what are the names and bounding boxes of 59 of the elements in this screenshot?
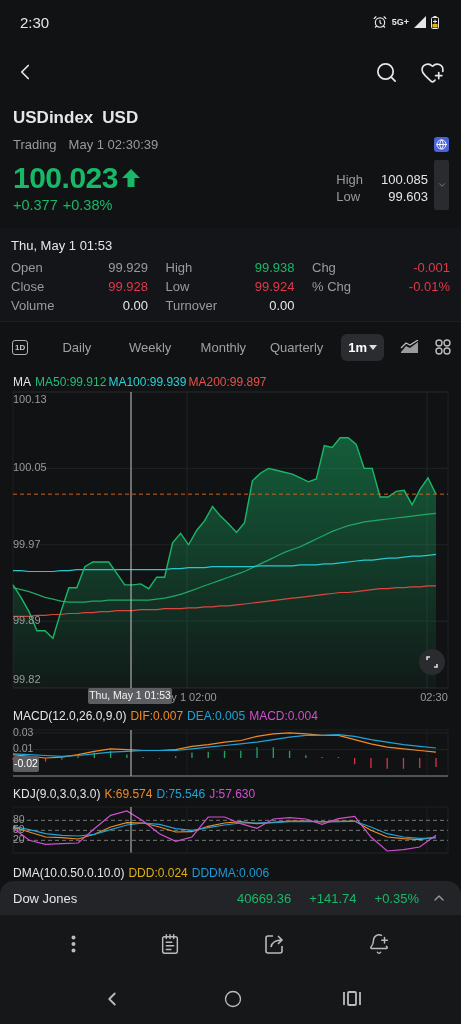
stat-label: Chg	[312, 260, 336, 275]
ticker-change: +141.74	[309, 890, 357, 906]
indicator-title: KDJ(9.0,3.0,3.0)	[13, 787, 101, 801]
last-price: 100.023	[13, 160, 118, 196]
stat-label: Close	[11, 279, 45, 294]
price-change: +0.377	[13, 197, 58, 213]
indicator-value: DEA:0.005	[187, 709, 246, 723]
range-label: High	[336, 171, 363, 187]
axis-label: 0.01	[13, 742, 34, 755]
ma-title: MA	[13, 375, 31, 389]
indicator-title: MACD(12.0,26.0,9.0)	[13, 709, 127, 723]
indicator-value: MACD:0.004	[249, 709, 318, 723]
stat-value: 99.929	[108, 260, 148, 275]
percent-change: +0.38%	[62, 197, 113, 213]
axis-label: 99.97	[13, 537, 41, 550]
stat-label: Open	[11, 260, 43, 275]
axis-label: 0.03	[13, 728, 34, 738]
currency: USD	[102, 108, 139, 128]
value-tag: -0.02	[13, 756, 39, 772]
crosshair-tooltip: Thu, May 1 01:53	[88, 688, 172, 704]
quote-time: May 1 02:30:39	[68, 137, 159, 152]
stat-value: -0.001	[413, 260, 450, 275]
stat-label: % Chg	[312, 279, 352, 294]
stat-label: Volume	[11, 298, 55, 313]
stat-label: Low	[165, 279, 190, 294]
indicator-value: J:57.630	[209, 787, 256, 801]
ma-value: MA100:99.939	[108, 375, 187, 389]
range-value: 99.603	[387, 188, 428, 204]
stat-label: High	[165, 260, 193, 275]
stat-value: 99.938	[254, 260, 295, 275]
snapshot-date: Thu, May 1 01:53	[10, 238, 113, 253]
stat-label: Turnover	[165, 298, 218, 313]
axis-label: 99.82	[13, 672, 41, 685]
indicator-value: K:69.574	[104, 787, 153, 801]
range-value: 100.085	[381, 171, 428, 187]
stat-value: 0.00	[122, 298, 148, 313]
indicator-value: DDD:0.024	[128, 866, 188, 880]
stat-value: 99.928	[108, 279, 148, 294]
ma-value: MA200:99.897	[188, 375, 267, 389]
ticker-percent: +0.35%	[374, 890, 419, 906]
status-time: 2:30	[20, 13, 50, 31]
ticker-name: Dow Jones	[13, 890, 79, 906]
axis-label: 50	[13, 823, 25, 836]
stat-value: -0.01%	[408, 279, 450, 294]
stat-value: 0.00	[269, 298, 295, 313]
axis-label: 100.13	[13, 392, 47, 405]
market-status: Trading	[13, 137, 57, 152]
range-label: Low	[336, 188, 362, 204]
network-type: 5G+	[391, 17, 409, 27]
axis-label: 100.05	[13, 461, 47, 474]
indicator-title: DMA(10.0.50.0.10.0)	[13, 866, 125, 880]
ma-value: MA50:99.912	[35, 375, 107, 389]
axis-label: 02:30	[420, 690, 448, 703]
indicator-value: DDDMA:0.006	[191, 866, 270, 880]
stat-value: 99.924	[254, 279, 295, 294]
indicator-value: DIF:0.007	[130, 709, 184, 723]
ticker-value: 40669.36	[236, 890, 292, 906]
symbol-name: USDindex	[13, 108, 94, 128]
indicator-value: D:75.546	[156, 787, 206, 801]
